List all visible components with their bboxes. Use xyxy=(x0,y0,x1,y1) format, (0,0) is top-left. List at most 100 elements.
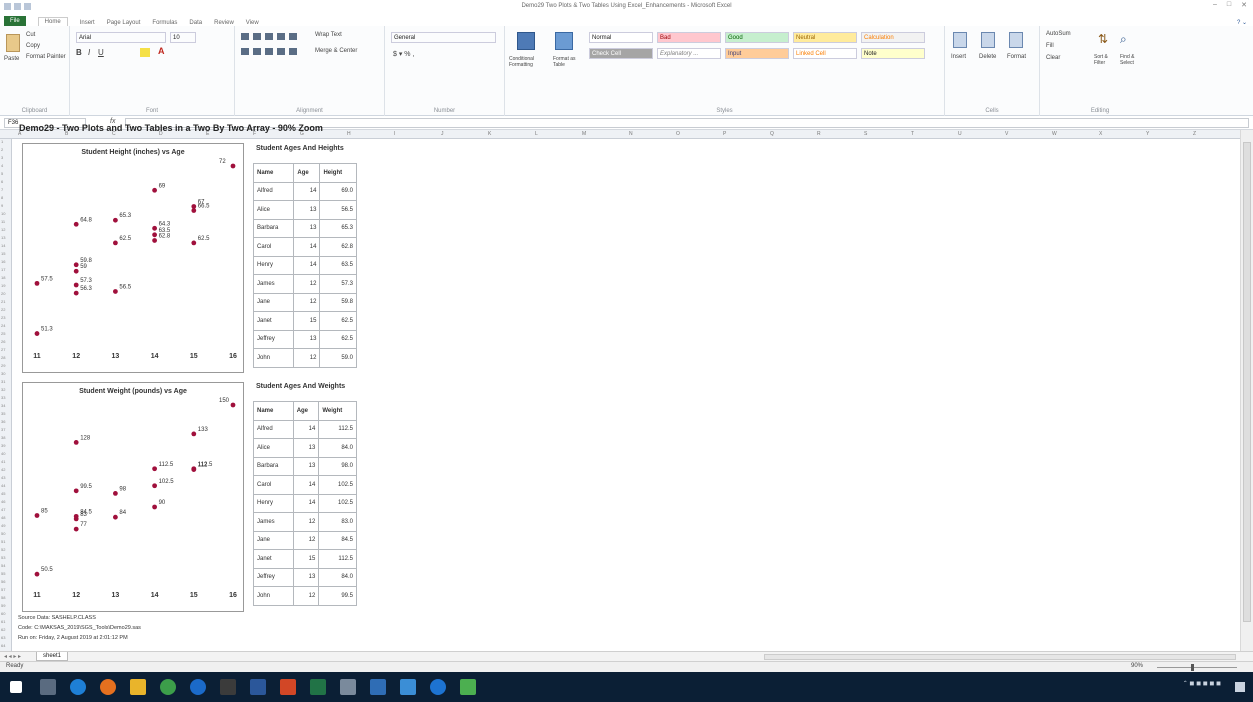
wrap-text-button[interactable]: Wrap Text xyxy=(315,32,342,38)
row-header-cell[interactable]: 32 xyxy=(1,387,5,392)
table-cell[interactable]: 13 xyxy=(292,567,320,587)
row-header-cell[interactable]: 57 xyxy=(1,587,5,592)
fill-button[interactable]: Fill xyxy=(1046,43,1054,49)
table-cell[interactable]: Barbara xyxy=(253,456,294,476)
row-header-cell[interactable]: 30 xyxy=(1,371,5,376)
row-header-cell[interactable]: 45 xyxy=(1,491,5,496)
scroll-thumb[interactable] xyxy=(1243,142,1251,622)
table-cell[interactable]: Alice xyxy=(252,200,295,220)
merge-center-button[interactable]: Merge & Center xyxy=(315,48,357,54)
sort-filter-button[interactable]: Sort & Filter xyxy=(1094,54,1118,66)
horizontal-scrollbar[interactable] xyxy=(764,654,1236,660)
row-header-cell[interactable]: 18 xyxy=(1,275,5,280)
row-header-cell[interactable]: 16 xyxy=(1,259,5,264)
column-header-cell[interactable]: U xyxy=(958,131,962,137)
column-header-cell[interactable]: V xyxy=(1005,131,1008,137)
app-icon-6[interactable] xyxy=(460,679,476,695)
table-cell[interactable]: 65.3 xyxy=(319,218,357,238)
row-header-cell[interactable]: 24 xyxy=(1,323,5,328)
row-header-cell[interactable]: 51 xyxy=(1,539,5,544)
row-header-cell[interactable]: 25 xyxy=(1,331,5,336)
style-check-cell[interactable]: Check Cell xyxy=(589,48,653,59)
table-cell[interactable]: 15 xyxy=(292,549,320,569)
row-header-cell[interactable]: 40 xyxy=(1,451,5,456)
table-cell[interactable]: 13 xyxy=(293,329,321,349)
column-header-cell[interactable]: M xyxy=(582,131,586,137)
row-header-cell[interactable]: 10 xyxy=(1,211,5,216)
style-calculation[interactable]: Calculation xyxy=(861,32,925,43)
font-size-select[interactable]: 10 xyxy=(170,32,196,43)
italic-button[interactable]: I xyxy=(88,48,90,57)
table-cell[interactable]: 12 xyxy=(292,530,320,550)
row-header-cell[interactable]: 55 xyxy=(1,571,5,576)
row-header-cell[interactable]: 5 xyxy=(1,171,3,176)
column-header-cell[interactable]: J xyxy=(441,131,444,137)
format-as-table-button[interactable]: Format as Table xyxy=(553,56,587,68)
insert-cells-icon[interactable] xyxy=(953,32,967,48)
row-header-cell[interactable]: 8 xyxy=(1,195,3,200)
ie-icon[interactable] xyxy=(430,679,446,695)
column-header-cell[interactable]: X xyxy=(1099,131,1102,137)
table-cell[interactable]: 112.5 xyxy=(318,419,357,439)
currency-icon[interactable]: $ ▾ % , xyxy=(393,50,414,58)
table-cell[interactable]: 13 xyxy=(292,438,320,458)
table-cell[interactable]: 12 xyxy=(293,274,321,294)
powerpoint-icon[interactable] xyxy=(280,679,296,695)
column-header-cell[interactable]: R xyxy=(817,131,821,137)
clear-button[interactable]: Clear xyxy=(1046,55,1060,61)
window-controls[interactable]: – □ ✕ xyxy=(1213,1,1247,9)
table-cell[interactable]: Jane xyxy=(252,292,295,312)
row-header-cell[interactable]: 35 xyxy=(1,411,5,416)
row-header-cell[interactable]: 56 xyxy=(1,579,5,584)
column-header-cell[interactable]: L xyxy=(535,131,538,137)
table-cell[interactable]: 69.0 xyxy=(319,181,357,201)
align-icons-row2[interactable] xyxy=(241,48,301,55)
table-cell[interactable]: Alfred xyxy=(253,419,294,439)
start-icon[interactable] xyxy=(10,681,22,693)
row-header-cell[interactable]: 37 xyxy=(1,427,5,432)
align-icons[interactable] xyxy=(241,33,301,40)
excel-icon[interactable] xyxy=(310,679,326,695)
vertical-scrollbar[interactable] xyxy=(1240,130,1253,651)
table-cell[interactable]: 102.5 xyxy=(318,475,357,495)
table-cell[interactable]: 84.0 xyxy=(318,567,357,587)
paste-button[interactable]: Paste xyxy=(4,56,19,62)
table-cell[interactable]: Jeffrey xyxy=(252,329,295,349)
row-header-cell[interactable]: 13 xyxy=(1,235,5,240)
table-cell[interactable]: 62.5 xyxy=(319,329,357,349)
row-header-cell[interactable]: 21 xyxy=(1,299,5,304)
row-header-cell[interactable]: 27 xyxy=(1,347,5,352)
style-good[interactable]: Good xyxy=(725,32,789,43)
row-header-cell[interactable]: 6 xyxy=(1,179,3,184)
style-explanatory[interactable]: Explanatory ... xyxy=(657,48,721,59)
row-header-cell[interactable]: 26 xyxy=(1,339,5,344)
table-cell[interactable]: 102.5 xyxy=(318,493,357,513)
table-cell[interactable]: Jane xyxy=(253,530,294,550)
column-header-cell[interactable]: P xyxy=(723,131,726,137)
format-painter-button[interactable]: Format Painter xyxy=(26,54,66,60)
row-header-cell[interactable]: 3 xyxy=(1,155,3,160)
row-header-cell[interactable]: 59 xyxy=(1,603,5,608)
row-header-cell[interactable]: 1 xyxy=(1,139,3,144)
row-header-cell[interactable]: 14 xyxy=(1,243,5,248)
table-cell[interactable]: 14 xyxy=(292,419,320,439)
table-cell[interactable]: James xyxy=(253,512,294,532)
row-header-cell[interactable]: 17 xyxy=(1,267,5,272)
bold-button[interactable]: B xyxy=(76,48,82,57)
row-header-cell[interactable]: 28 xyxy=(1,355,5,360)
app-icon-2[interactable] xyxy=(220,679,236,695)
row-header-cell[interactable]: 34 xyxy=(1,403,5,408)
row-header-cell[interactable]: 63 xyxy=(1,635,5,640)
row-header-cell[interactable]: 41 xyxy=(1,459,5,464)
style-normal[interactable]: Normal xyxy=(589,32,653,43)
row-header-cell[interactable]: 23 xyxy=(1,315,5,320)
row-header-cell[interactable]: 33 xyxy=(1,395,5,400)
row-header-cell[interactable]: 4 xyxy=(1,163,3,168)
find-select-button[interactable]: Find & Select xyxy=(1120,54,1146,66)
row-header-cell[interactable]: 44 xyxy=(1,483,5,488)
row-header-cell[interactable]: 29 xyxy=(1,363,5,368)
table-cell[interactable]: Henry xyxy=(253,493,294,513)
column-header-cell[interactable]: O xyxy=(676,131,680,137)
format-button[interactable]: Format xyxy=(1007,54,1026,60)
row-header-cell[interactable]: 60 xyxy=(1,611,5,616)
